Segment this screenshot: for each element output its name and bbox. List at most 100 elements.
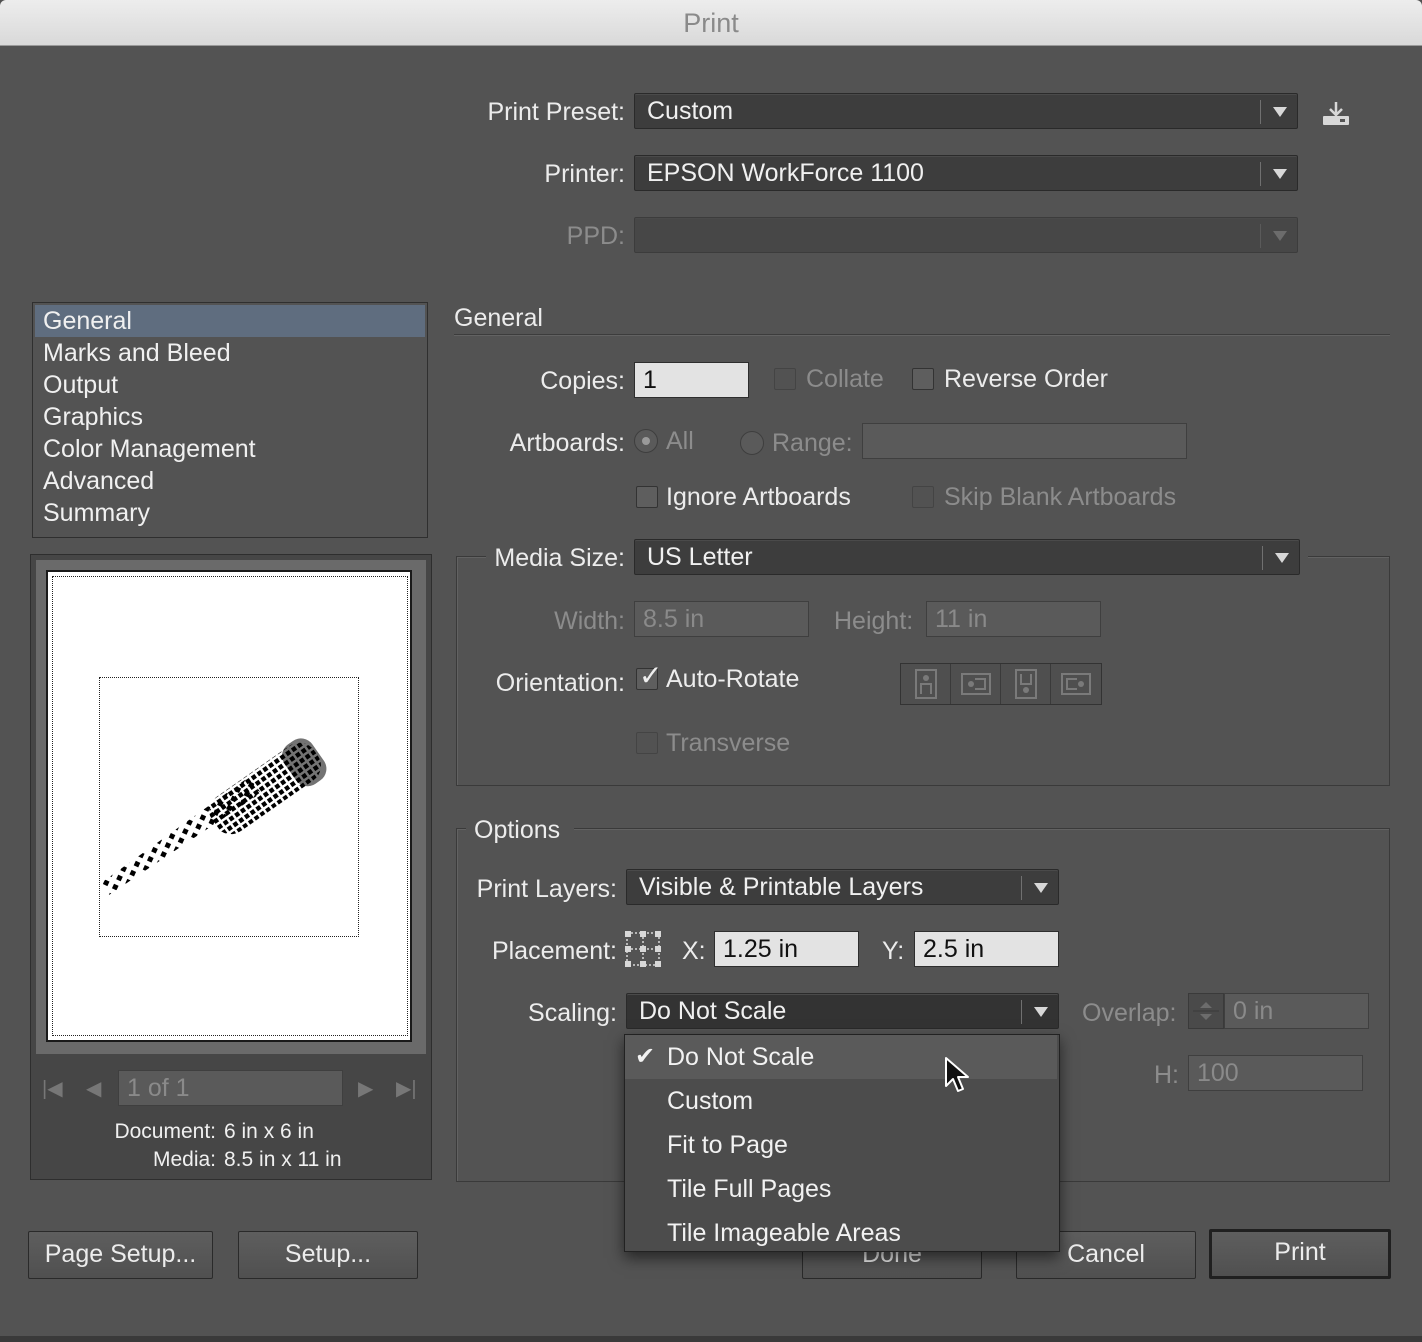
ignore-artboards-label: Ignore Artboards [666,483,851,511]
print-layers-label: Print Layers: [476,875,617,903]
sidebar-item-advanced[interactable]: Advanced [35,465,425,497]
placement-x-label: X: [682,937,706,965]
landscape-orientation-button [951,664,1001,704]
artboards-label: Artboards: [509,429,625,457]
reverse-order-checkbox[interactable] [912,368,934,390]
menu-item-label: Do Not Scale [667,1043,815,1071]
sidebar-item-output[interactable]: Output [35,369,425,401]
chevron-down-icon [1275,553,1289,563]
skip-blank-artboards-checkbox [912,486,934,508]
ppd-dropdown [634,217,1298,253]
collate-label: Collate [806,365,884,393]
sidebar-item-general[interactable]: General [35,305,425,337]
menu-item-custom[interactable]: Custom [625,1079,1057,1123]
window-bottom-edge [0,1336,1422,1342]
portrait-orientation-button [901,664,951,704]
transverse-label: Transverse [666,729,791,757]
media-size-dropdown[interactable]: US Letter [634,539,1300,575]
placement-reference-icon[interactable] [623,929,663,969]
auto-rotate-checkbox[interactable]: ✓ [636,660,662,691]
document-size-label: Document: [114,1120,216,1143]
page-setup-button[interactable]: Page Setup... [28,1231,213,1279]
scale-h-input: 100 [1188,1055,1363,1091]
print-preset-value: Custom [647,97,734,125]
sidebar-item-summary[interactable]: Summary [35,497,425,529]
sidebar-item-marks-and-bleed[interactable]: Marks and Bleed [35,337,425,369]
category-list: General Marks and Bleed Output Graphics … [32,302,428,538]
document-size-value: 6 in x 6 in [224,1120,314,1143]
width-input: 8.5 in [634,601,809,637]
menu-item-tile-full-pages[interactable]: Tile Full Pages [625,1167,1057,1211]
media-size-value: US Letter [647,543,753,571]
scale-h-label: H: [1154,1061,1179,1089]
placement-y-label: Y: [882,937,905,965]
artboards-range-label: Range: [772,429,853,457]
printer-dropdown[interactable]: EPSON WorkForce 1100 [634,155,1298,191]
save-preset-icon[interactable] [1320,100,1352,128]
height-label: Height: [834,607,914,635]
reverse-portrait-orientation-button [1001,664,1051,704]
chevron-down-icon [1034,883,1048,893]
next-page-icon: ▶ [358,1078,374,1100]
auto-rotate-label: Auto-Rotate [666,665,800,693]
scaling-dropdown[interactable]: Do Not Scale [626,993,1059,1029]
setup-button[interactable]: Setup... [238,1231,418,1279]
skip-blank-artboards-label: Skip Blank Artboards [944,483,1177,511]
page-number-field: 1 of 1 [118,1070,343,1106]
menu-item-fit-to-page[interactable]: Fit to Page [625,1123,1057,1167]
chevron-down-icon [1034,1007,1048,1017]
collate-checkbox [774,368,796,390]
orientation-buttons [900,663,1102,705]
chevron-down-icon [1273,107,1287,117]
sidebar-item-graphics[interactable]: Graphics [35,401,425,433]
artboards-all-label: All [666,427,694,455]
mouse-cursor-icon [944,1056,972,1096]
general-divider [454,334,1390,335]
menu-item-do-not-scale[interactable]: ✔ Do Not Scale [625,1035,1057,1079]
checkmark-icon: ✔ [635,1043,656,1070]
transverse-checkbox [636,732,658,754]
landscape-icon [961,673,991,695]
print-layers-dropdown[interactable]: Visible & Printable Layers [626,869,1059,905]
window-title: Print [683,8,739,38]
print-preset-dropdown[interactable]: Custom [634,93,1298,129]
sidebar-item-color-management[interactable]: Color Management [35,433,425,465]
previous-page-icon: ◀ [86,1078,102,1100]
print-layers-value: Visible & Printable Layers [639,873,924,901]
reverse-order-label: Reverse Order [944,365,1108,393]
general-section-title: General [454,304,543,332]
menu-item-tile-imageable-areas[interactable]: Tile Imageable Areas [625,1211,1057,1255]
ignore-artboards-checkbox[interactable] [636,486,658,508]
copies-label: Copies: [540,367,625,395]
checkmark-icon: ✓ [639,660,663,691]
media-size-info-label: Media: [152,1148,216,1171]
print-preset-label: Print Preset: [487,98,625,126]
scaling-menu: ✔ Do Not Scale Custom Fit to Page Tile F… [624,1034,1060,1252]
media-size-info-value: 8.5 in x 11 in [224,1148,342,1171]
overlap-stepper [1188,993,1224,1029]
last-page-icon: ▶| [396,1078,417,1100]
height-input: 11 in [926,601,1101,637]
portrait-icon [915,669,937,699]
options-section-title: Options [474,816,561,844]
ppd-label: PPD: [566,222,625,250]
copies-input[interactable]: 1 [634,362,749,398]
placement-y-input[interactable]: 2.5 in [914,931,1059,967]
reverse-landscape-icon [1061,673,1091,695]
printer-value: EPSON WorkForce 1100 [647,159,924,187]
artboards-range-radio [740,431,764,455]
scaling-value: Do Not Scale [639,997,787,1025]
chevron-down-icon [1273,169,1287,179]
overlap-label: Overlap: [1082,999,1177,1027]
scaling-label: Scaling: [528,999,617,1027]
chevron-down-icon [1273,231,1287,241]
range-input [862,423,1187,459]
reverse-portrait-icon [1015,669,1037,699]
placement-x-input[interactable]: 1.25 in [714,931,859,967]
printer-label: Printer: [544,160,625,188]
print-button[interactable]: Print [1209,1229,1391,1279]
media-size-label: Media Size: [494,544,625,572]
artboards-all-radio [634,429,658,453]
orientation-label: Orientation: [495,669,625,697]
reverse-landscape-orientation-button [1051,664,1101,704]
